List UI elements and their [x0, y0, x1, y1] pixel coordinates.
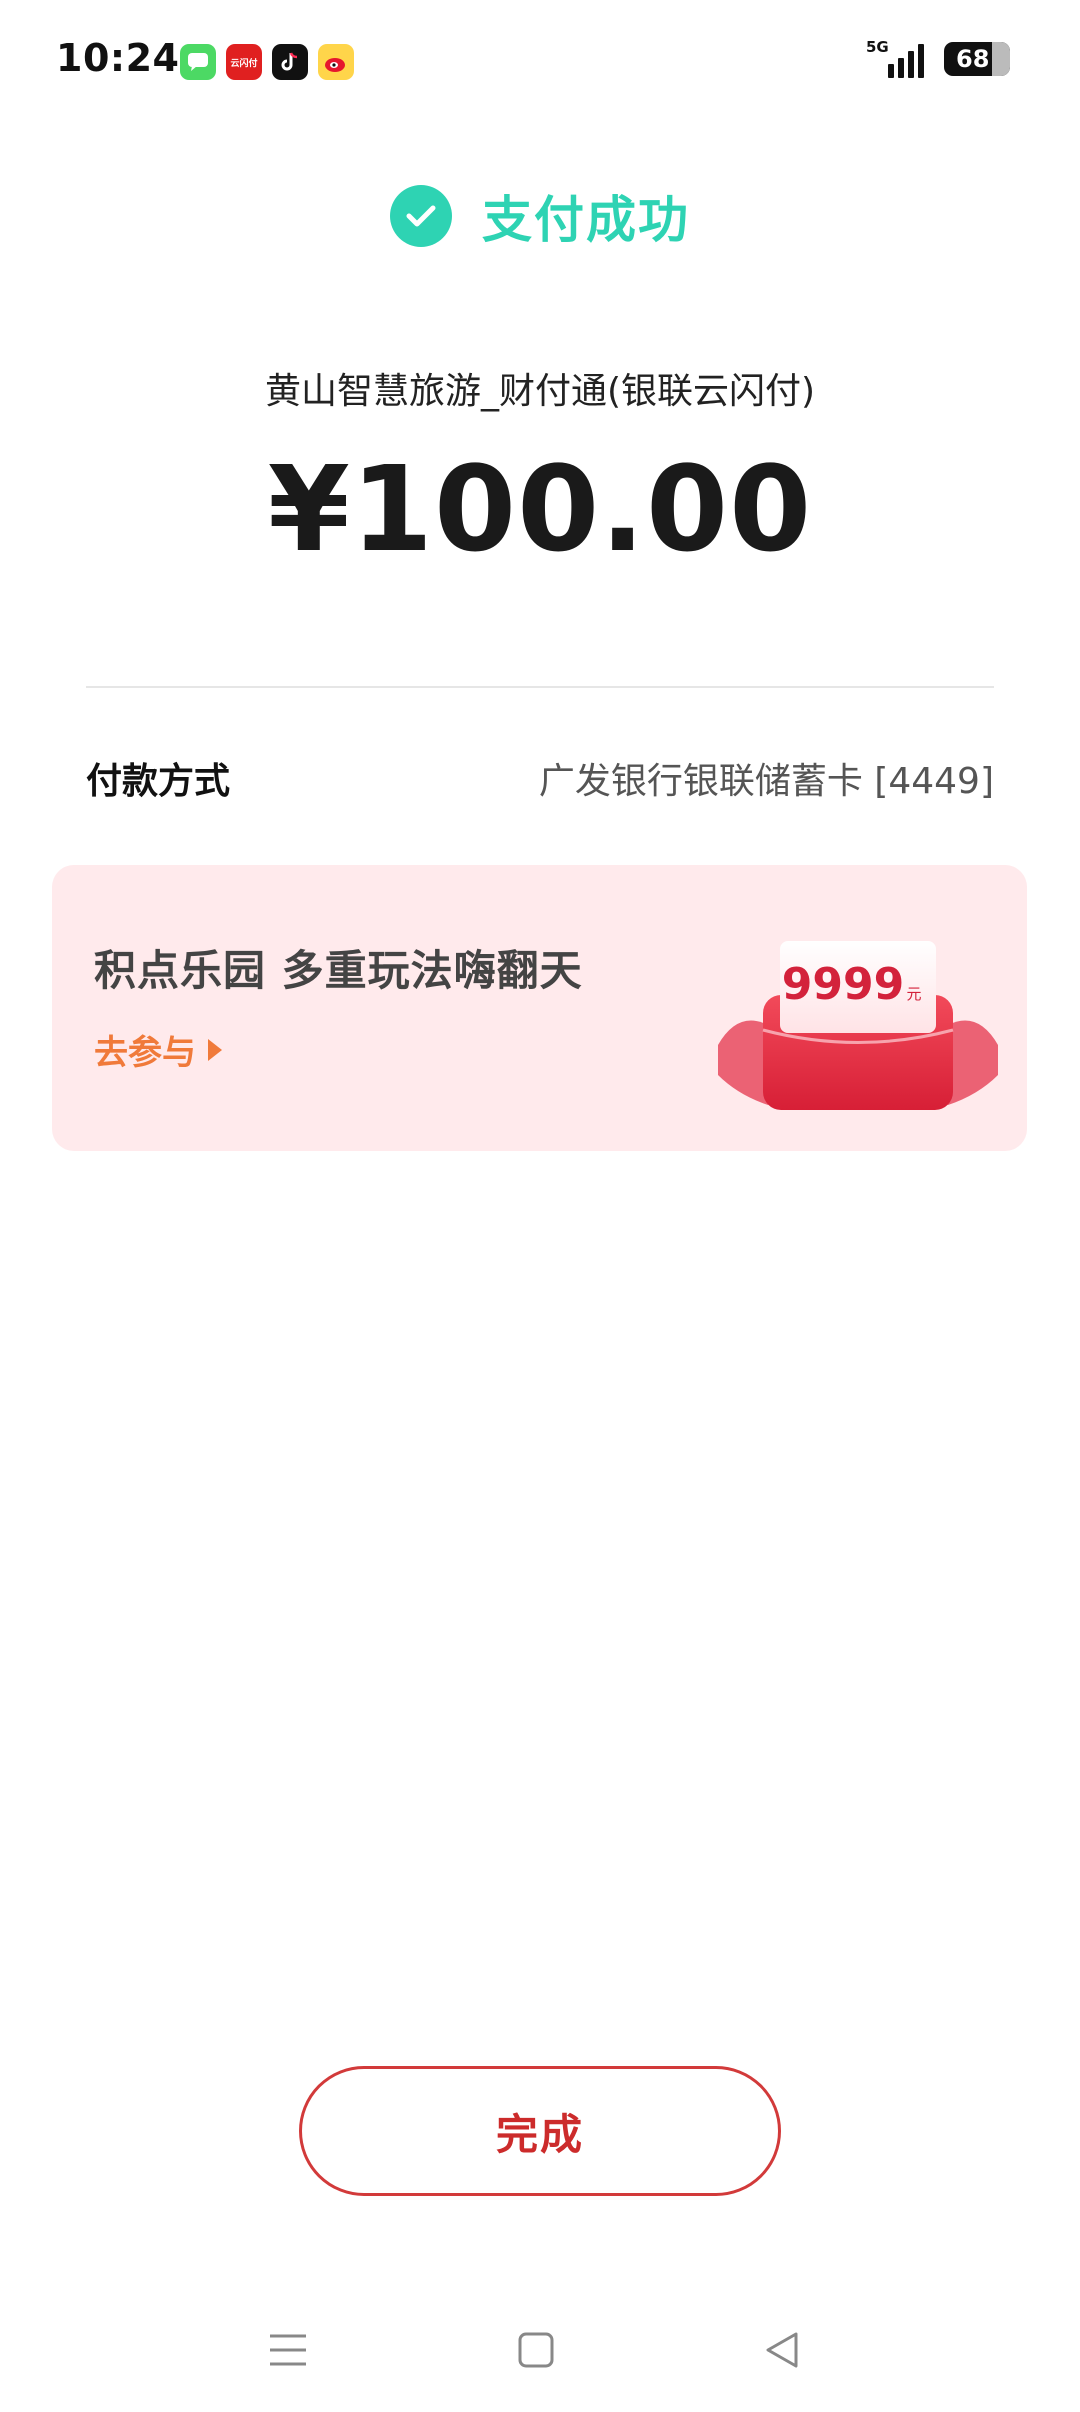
- notification-icons: 云闪付: [180, 44, 354, 80]
- tiktok-app-icon: [272, 44, 308, 80]
- divider: [86, 686, 994, 688]
- gift-amount: 9999: [782, 959, 904, 1010]
- battery-icon: 68: [944, 42, 1010, 76]
- battery-level: 68: [956, 45, 990, 73]
- merchant-name: 黄山智慧旅游_财付通(银联云闪付): [264, 371, 816, 412]
- status-bar: 10:24 云闪付 5G 68: [0, 0, 1080, 110]
- success-title: 支付成功: [482, 191, 690, 249]
- promo-join-link[interactable]: 去参与: [94, 1025, 222, 1074]
- back-icon[interactable]: [752, 2322, 812, 2378]
- promo-title: 积点乐园 多重玩法嗨翻天: [94, 946, 583, 995]
- payment-result-page: 10:24 云闪付 5G 68 支付成功 黄山智慧旅游_财付通(银联云闪付) ¥…: [0, 0, 1080, 2412]
- weibo-app-icon: [318, 44, 354, 80]
- red-envelope-gift-icon: 9999 元: [718, 941, 998, 1110]
- yunshanfu-app-icon: 云闪付: [226, 44, 262, 80]
- home-icon[interactable]: [506, 2322, 566, 2378]
- signal-icon: 5G: [866, 38, 932, 78]
- check-icon: [390, 185, 452, 247]
- done-button[interactable]: 完成: [299, 2066, 781, 2196]
- menu-icon[interactable]: [258, 2322, 318, 2378]
- success-header: 支付成功: [0, 180, 1080, 252]
- payment-method-value: 广发银行银联储蓄卡 [4449]: [538, 761, 994, 802]
- system-nav-bar: [0, 2310, 1080, 2390]
- promo-card[interactable]: 积点乐园 多重玩法嗨翻天 去参与 9999 元: [52, 865, 1027, 1151]
- payment-method-label: 付款方式: [86, 761, 231, 802]
- status-right: 5G 68: [866, 38, 1010, 78]
- payment-amount: ¥100.00: [267, 440, 813, 578]
- yunshanfu-app-label: 云闪付: [230, 58, 258, 69]
- gift-unit: 元: [906, 985, 921, 1003]
- play-arrow-icon: [208, 1038, 222, 1061]
- payment-method-row: 付款方式 广发银行银联储蓄卡 [4449]: [86, 752, 994, 804]
- status-time: 10:24: [56, 36, 180, 80]
- messages-app-icon: [180, 44, 216, 80]
- promo-join-label: 去参与: [94, 1033, 196, 1073]
- network-type: 5G: [866, 38, 889, 56]
